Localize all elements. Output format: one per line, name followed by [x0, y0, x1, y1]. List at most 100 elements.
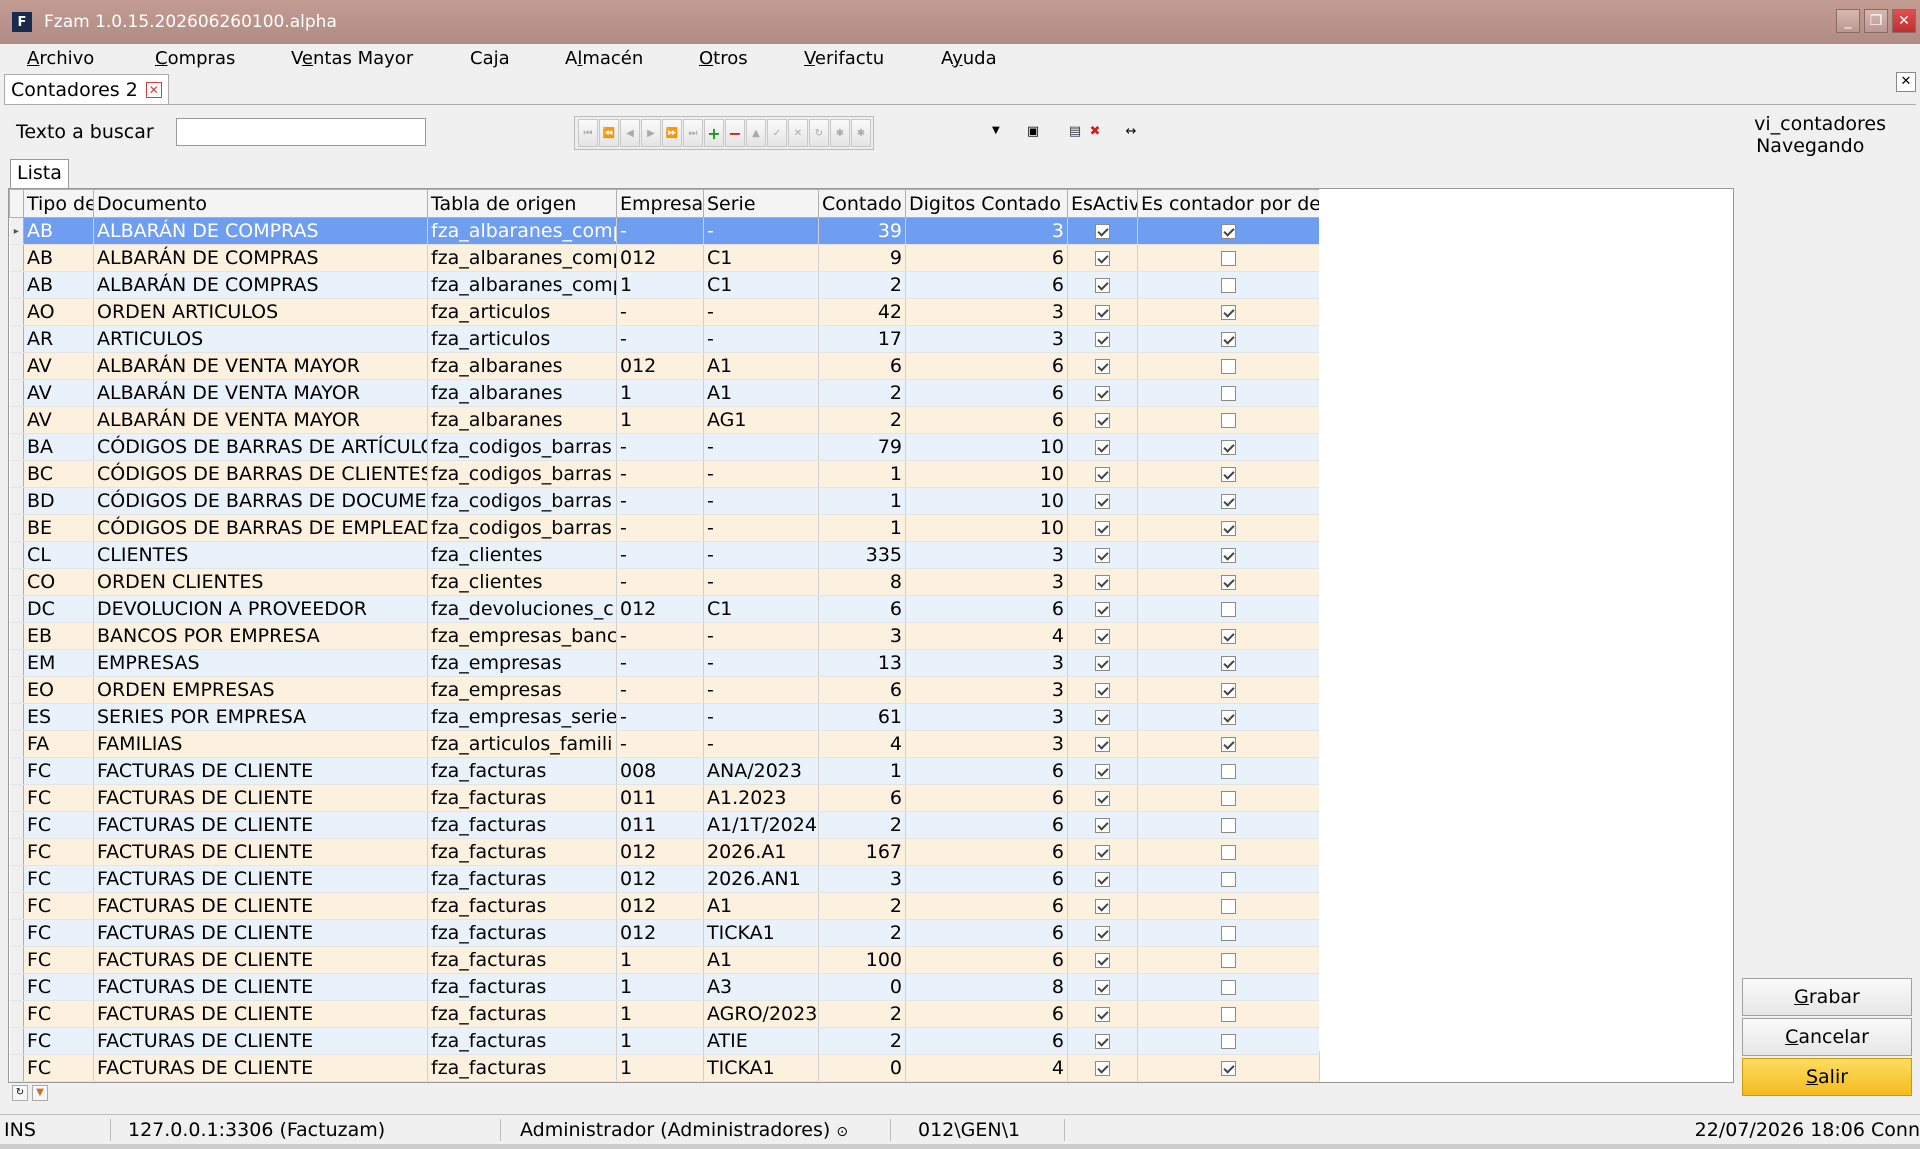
checked-checkbox[interactable] — [1095, 764, 1110, 779]
checkbox-cell[interactable] — [1137, 595, 1320, 623]
table-cell[interactable]: - — [703, 460, 819, 488]
table-cell[interactable]: 6 — [905, 865, 1068, 893]
checked-checkbox[interactable] — [1095, 548, 1110, 563]
row-indicator[interactable] — [9, 973, 24, 1001]
table-cell[interactable]: 0 — [818, 973, 906, 1001]
checked-checkbox[interactable] — [1221, 575, 1236, 590]
table-cell[interactable]: fza_codigos_barras — [427, 433, 617, 461]
checkbox-cell[interactable] — [1137, 838, 1320, 866]
table-cell[interactable]: A1 — [703, 892, 819, 920]
checked-checkbox[interactable] — [1221, 467, 1236, 482]
table-cell[interactable]: 011 — [616, 784, 704, 812]
row-indicator[interactable] — [9, 379, 24, 407]
table-cell[interactable]: 6 — [905, 946, 1068, 974]
table-cell[interactable]: 6 — [905, 352, 1068, 380]
table-cell[interactable]: - — [703, 298, 819, 326]
checkbox-cell[interactable] — [1067, 946, 1138, 974]
checkbox-cell[interactable] — [1137, 1054, 1320, 1082]
checkbox-cell[interactable] — [1067, 352, 1138, 380]
checked-checkbox[interactable] — [1095, 521, 1110, 536]
checked-checkbox[interactable] — [1095, 251, 1110, 266]
checkbox-cell[interactable] — [1067, 271, 1138, 299]
table-row[interactable]: FC FACTURAS DE CLIENTE fza_facturas 1 A1 100 6 — [9, 946, 1320, 974]
table-cell[interactable]: A1 — [703, 946, 819, 974]
table-row[interactable]: FC FACTURAS DE CLIENTE fza_facturas 1 A3 0 8 — [9, 973, 1320, 1001]
table-cell[interactable]: fza_empresas — [427, 649, 617, 677]
table-cell[interactable]: 6 — [905, 379, 1068, 407]
table-cell[interactable]: ALBARÁN DE VENTA MAYOR — [93, 406, 428, 434]
checked-checkbox[interactable] — [1221, 1061, 1236, 1076]
table-cell[interactable]: AG1 — [703, 406, 819, 434]
table-cell[interactable]: 1 — [818, 514, 906, 542]
row-indicator[interactable] — [9, 298, 24, 326]
table-cell[interactable]: FC — [23, 1054, 94, 1082]
unchecked-checkbox[interactable] — [1221, 845, 1236, 860]
row-indicator[interactable] — [9, 622, 24, 650]
table-row[interactable]: EO ORDEN EMPRESAS fza_empresas - -6 3 — [9, 676, 1320, 704]
table-cell[interactable]: FC — [23, 973, 94, 1001]
row-indicator[interactable] — [9, 541, 24, 569]
table-cell[interactable]: 3 — [905, 217, 1068, 245]
checked-checkbox[interactable] — [1095, 1034, 1110, 1049]
checked-checkbox[interactable] — [1221, 305, 1236, 320]
table-cell[interactable]: 1 — [616, 1000, 704, 1028]
checkbox-cell[interactable] — [1067, 757, 1138, 785]
table-cell[interactable]: 012 — [616, 865, 704, 893]
unchecked-checkbox[interactable] — [1221, 251, 1236, 266]
close-tab-icon[interactable]: ✕ — [145, 81, 162, 98]
table-row[interactable]: AB ALBARÁN DE COMPRAS fza_albaranes_comp 1 C… — [9, 271, 1320, 299]
cancel-button[interactable]: Cancelar — [1742, 1018, 1912, 1056]
checkbox-cell[interactable] — [1067, 676, 1138, 704]
row-indicator[interactable] — [9, 433, 24, 461]
table-cell[interactable]: 3 — [905, 298, 1068, 326]
row-indicator[interactable] — [9, 649, 24, 677]
table-cell[interactable]: AO — [23, 298, 94, 326]
checkbox-cell[interactable] — [1137, 271, 1320, 299]
menu-ventas-mayor[interactable]: Ventas Mayor — [291, 48, 413, 69]
table-row[interactable]: CO ORDEN CLIENTES fza_clientes - -8 3 — [9, 568, 1320, 596]
checkbox-cell[interactable] — [1137, 298, 1320, 326]
checked-checkbox[interactable] — [1221, 710, 1236, 725]
checked-checkbox[interactable] — [1221, 683, 1236, 698]
table-row[interactable]: AR ARTICULOS fza_articulos - -17 3 — [9, 325, 1320, 353]
table-cell[interactable]: FACTURAS DE CLIENTE — [93, 946, 428, 974]
checkbox-cell[interactable] — [1067, 703, 1138, 731]
table-cell[interactable]: - — [703, 487, 819, 515]
checkbox-cell[interactable] — [1137, 703, 1320, 731]
row-indicator[interactable] — [9, 946, 24, 974]
table-row[interactable]: FC FACTURAS DE CLIENTE fza_facturas 012 TICK… — [9, 919, 1320, 947]
checked-checkbox[interactable] — [1095, 386, 1110, 401]
column-header[interactable]: Empresa — [616, 189, 704, 218]
checkbox-cell[interactable] — [1067, 298, 1138, 326]
table-cell[interactable]: 1 — [818, 757, 906, 785]
checkbox-cell[interactable] — [1137, 676, 1320, 704]
checked-checkbox[interactable] — [1095, 926, 1110, 941]
row-indicator[interactable] — [9, 352, 24, 380]
refresh-grid-icon[interactable]: ↻ — [12, 1085, 28, 1101]
table-cell[interactable]: A3 — [703, 973, 819, 1001]
maximize-button[interactable]: ❐ — [1864, 9, 1888, 33]
row-indicator[interactable] — [9, 1000, 24, 1028]
table-row[interactable]: BA CÓDIGOS DE BARRAS DE ARTÍCULOS fza_codi… — [9, 433, 1320, 461]
table-cell[interactable]: 2 — [818, 1027, 906, 1055]
table-cell[interactable]: A1 — [703, 379, 819, 407]
checked-checkbox[interactable] — [1095, 359, 1110, 374]
menu-otros[interactable]: Otros — [699, 48, 748, 69]
add-record-icon[interactable]: + — [704, 119, 724, 147]
column-header[interactable]: Tipo de — [23, 189, 94, 218]
table-row[interactable]: FC FACTURAS DE CLIENTE fza_facturas 1 ATIE 2 6 — [9, 1027, 1320, 1055]
checkbox-cell[interactable] — [1137, 1027, 1320, 1055]
table-cell[interactable]: 2 — [818, 811, 906, 839]
table-cell[interactable]: fza_devoluciones_c — [427, 595, 617, 623]
table-cell[interactable]: 3 — [905, 541, 1068, 569]
table-row[interactable]: AV ALBARÁN DE VENTA MAYOR fza_albaranes 1 A1… — [9, 379, 1320, 407]
row-indicator[interactable] — [9, 811, 24, 839]
table-cell[interactable]: 6 — [905, 838, 1068, 866]
table-cell[interactable]: 10 — [905, 487, 1068, 515]
table-cell[interactable]: TICKA1 — [703, 1054, 819, 1082]
table-cell[interactable]: FACTURAS DE CLIENTE — [93, 1054, 428, 1082]
checked-checkbox[interactable] — [1095, 818, 1110, 833]
table-cell[interactable]: EB — [23, 622, 94, 650]
table-cell[interactable]: fza_articulos_famili — [427, 730, 617, 758]
table-row[interactable]: BDCÓDIGOS DE BARRAS DE DOCUMENTOSfza_cod… — [9, 487, 1320, 515]
